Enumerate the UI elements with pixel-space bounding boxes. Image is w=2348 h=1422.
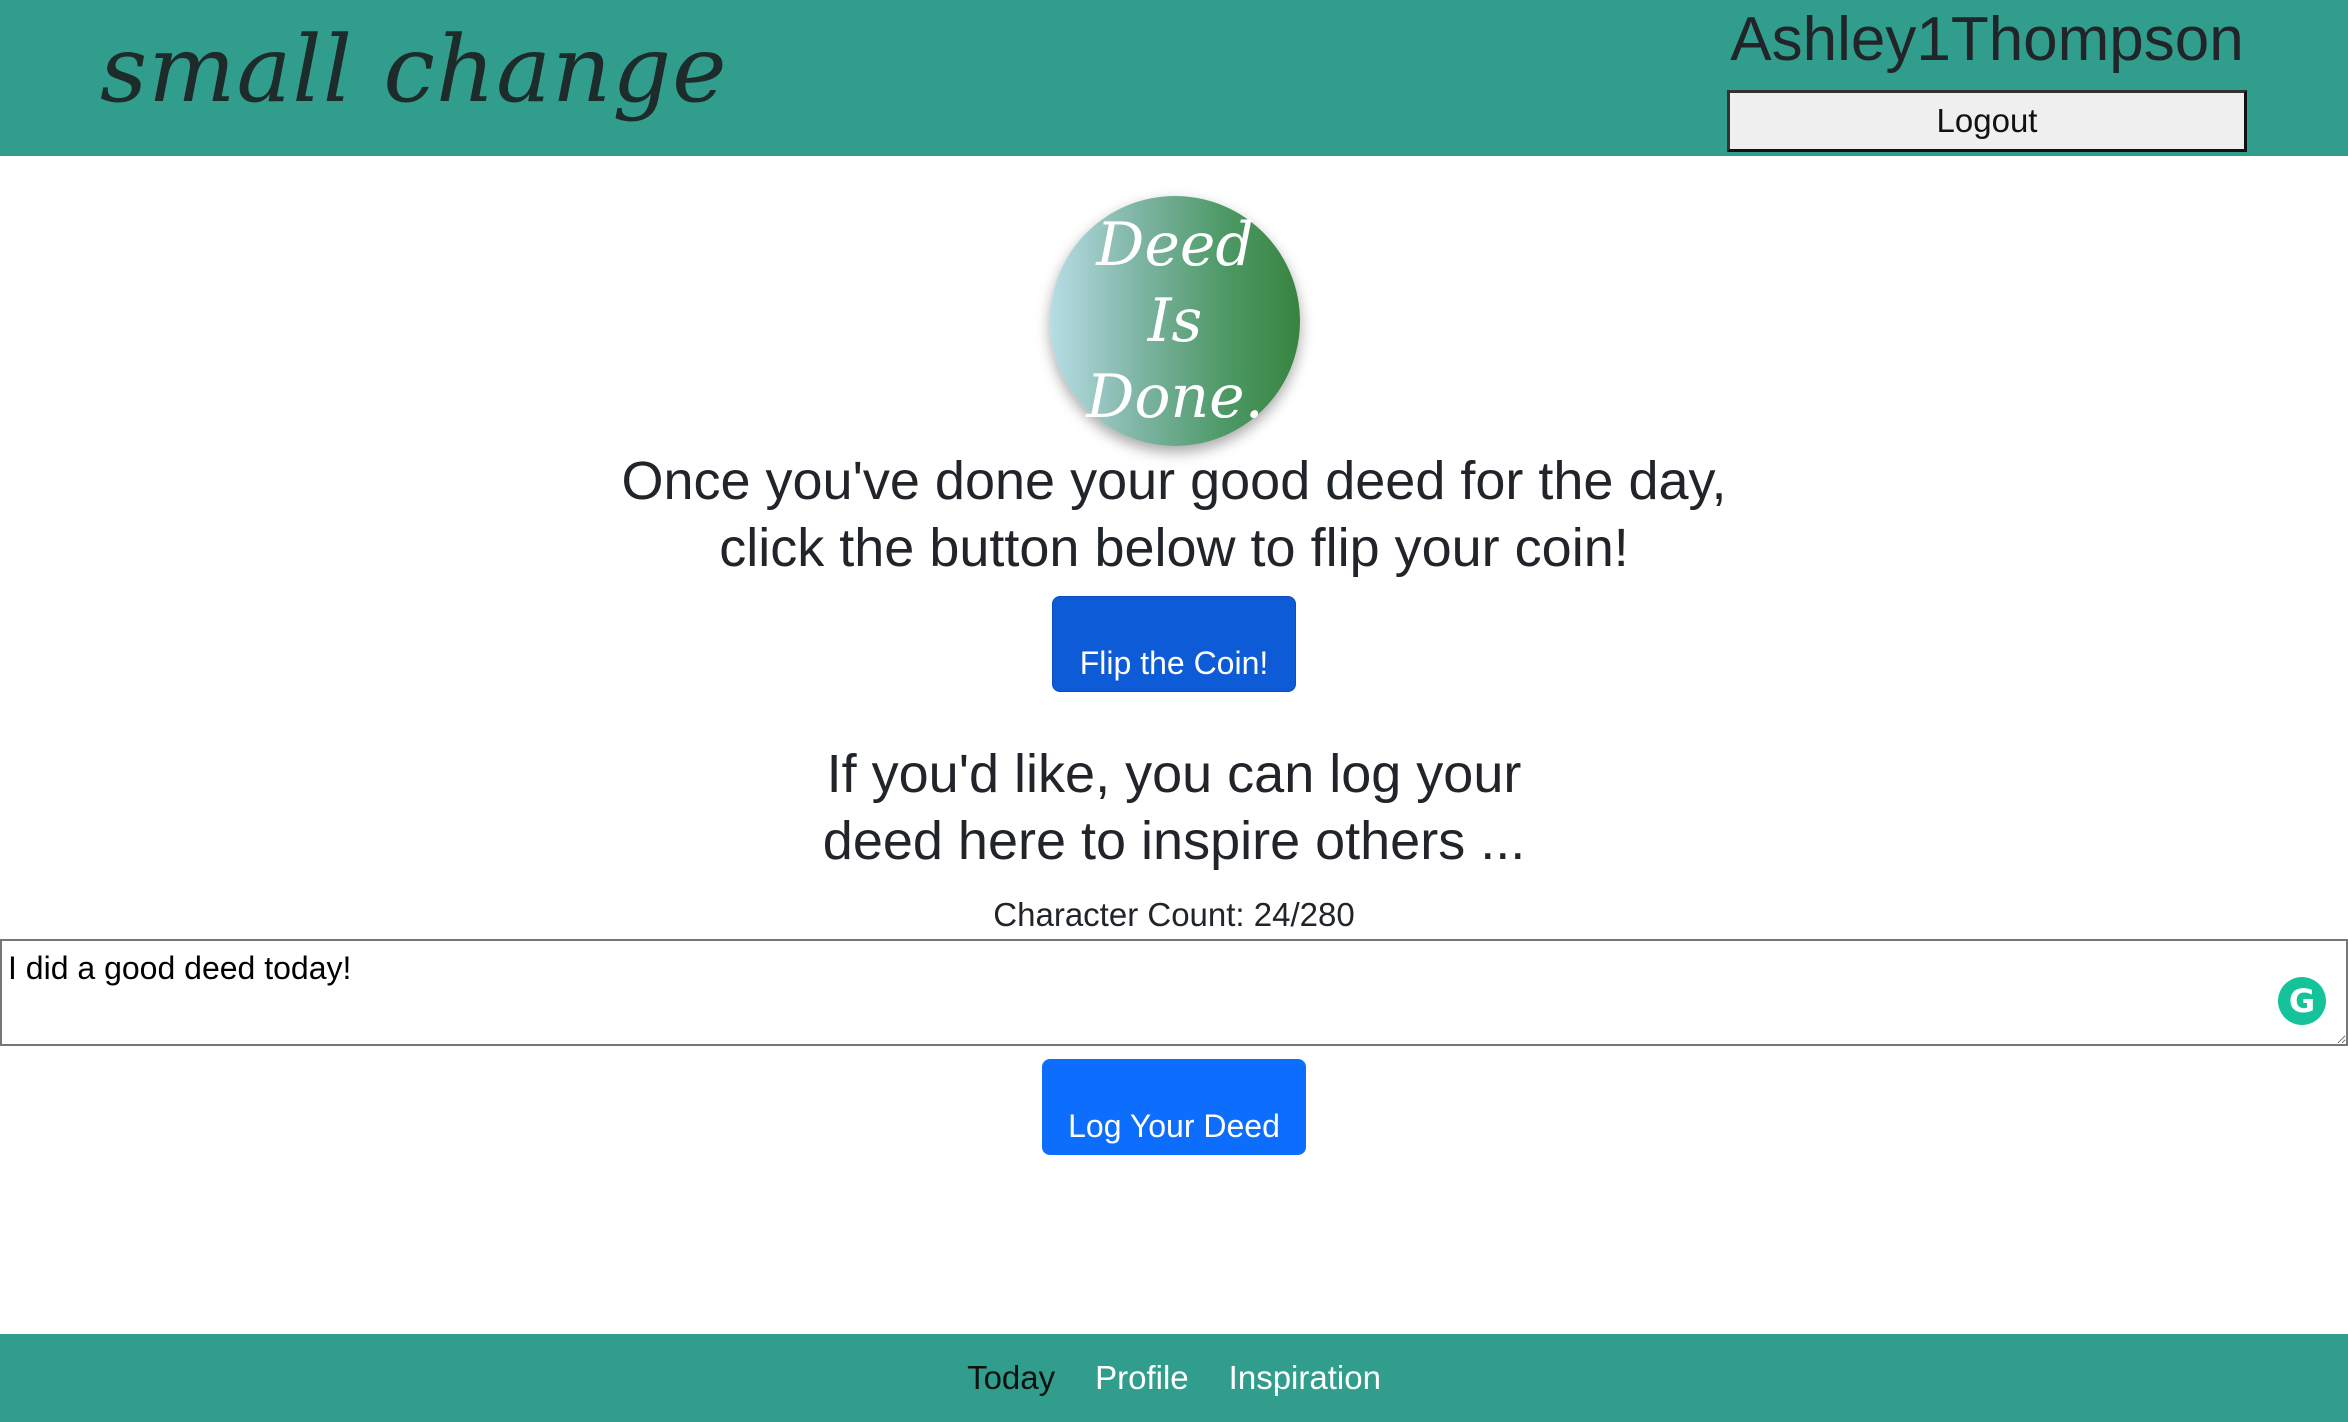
coin-text-line: Done.	[1086, 362, 1264, 432]
flip-coin-button[interactable]: Flip the Coin!	[1052, 596, 1296, 692]
character-count: Character Count: 24/280	[993, 896, 1355, 933]
deed-coin-image: Deed Is Done.	[1050, 196, 1300, 446]
coin-text-line: Deed	[1096, 210, 1254, 280]
log-instructions: If you'd like, you can log your deed her…	[374, 741, 1974, 875]
username: Ashley1Thompson	[1730, 5, 2244, 74]
flip-instructions-line: click the button below to flip your coin…	[719, 518, 1629, 578]
deed-textarea[interactable]: I did a good deed today!	[0, 939, 2348, 1046]
log-instructions-line: deed here to inspire others ...	[822, 811, 1526, 871]
footer-link-profile[interactable]: Profile	[1095, 1359, 1189, 1397]
grammarly-icon[interactable]: G	[2278, 977, 2326, 1025]
logout-button[interactable]: Logout	[1727, 90, 2247, 152]
log-deed-button[interactable]: Log Your Deed	[1042, 1059, 1306, 1155]
footer-nav: Today Profile Inspiration	[0, 1334, 2348, 1422]
footer-link-inspiration[interactable]: Inspiration	[1229, 1359, 1381, 1397]
user-panel: Ashley1Thompson Logout	[1727, 0, 2247, 152]
coin-text-line: Is	[1147, 286, 1203, 356]
top-header: small change Ashley1Thompson Logout	[0, 0, 2348, 156]
flip-instructions-line: Once you've done your good deed for the …	[621, 451, 1727, 511]
log-instructions-line: If you'd like, you can log your	[826, 744, 1522, 804]
footer-link-today[interactable]: Today	[967, 1359, 1055, 1397]
flip-instructions: Once you've done your good deed for the …	[374, 448, 1974, 582]
brand-logo-text[interactable]: small change	[100, 10, 728, 130]
